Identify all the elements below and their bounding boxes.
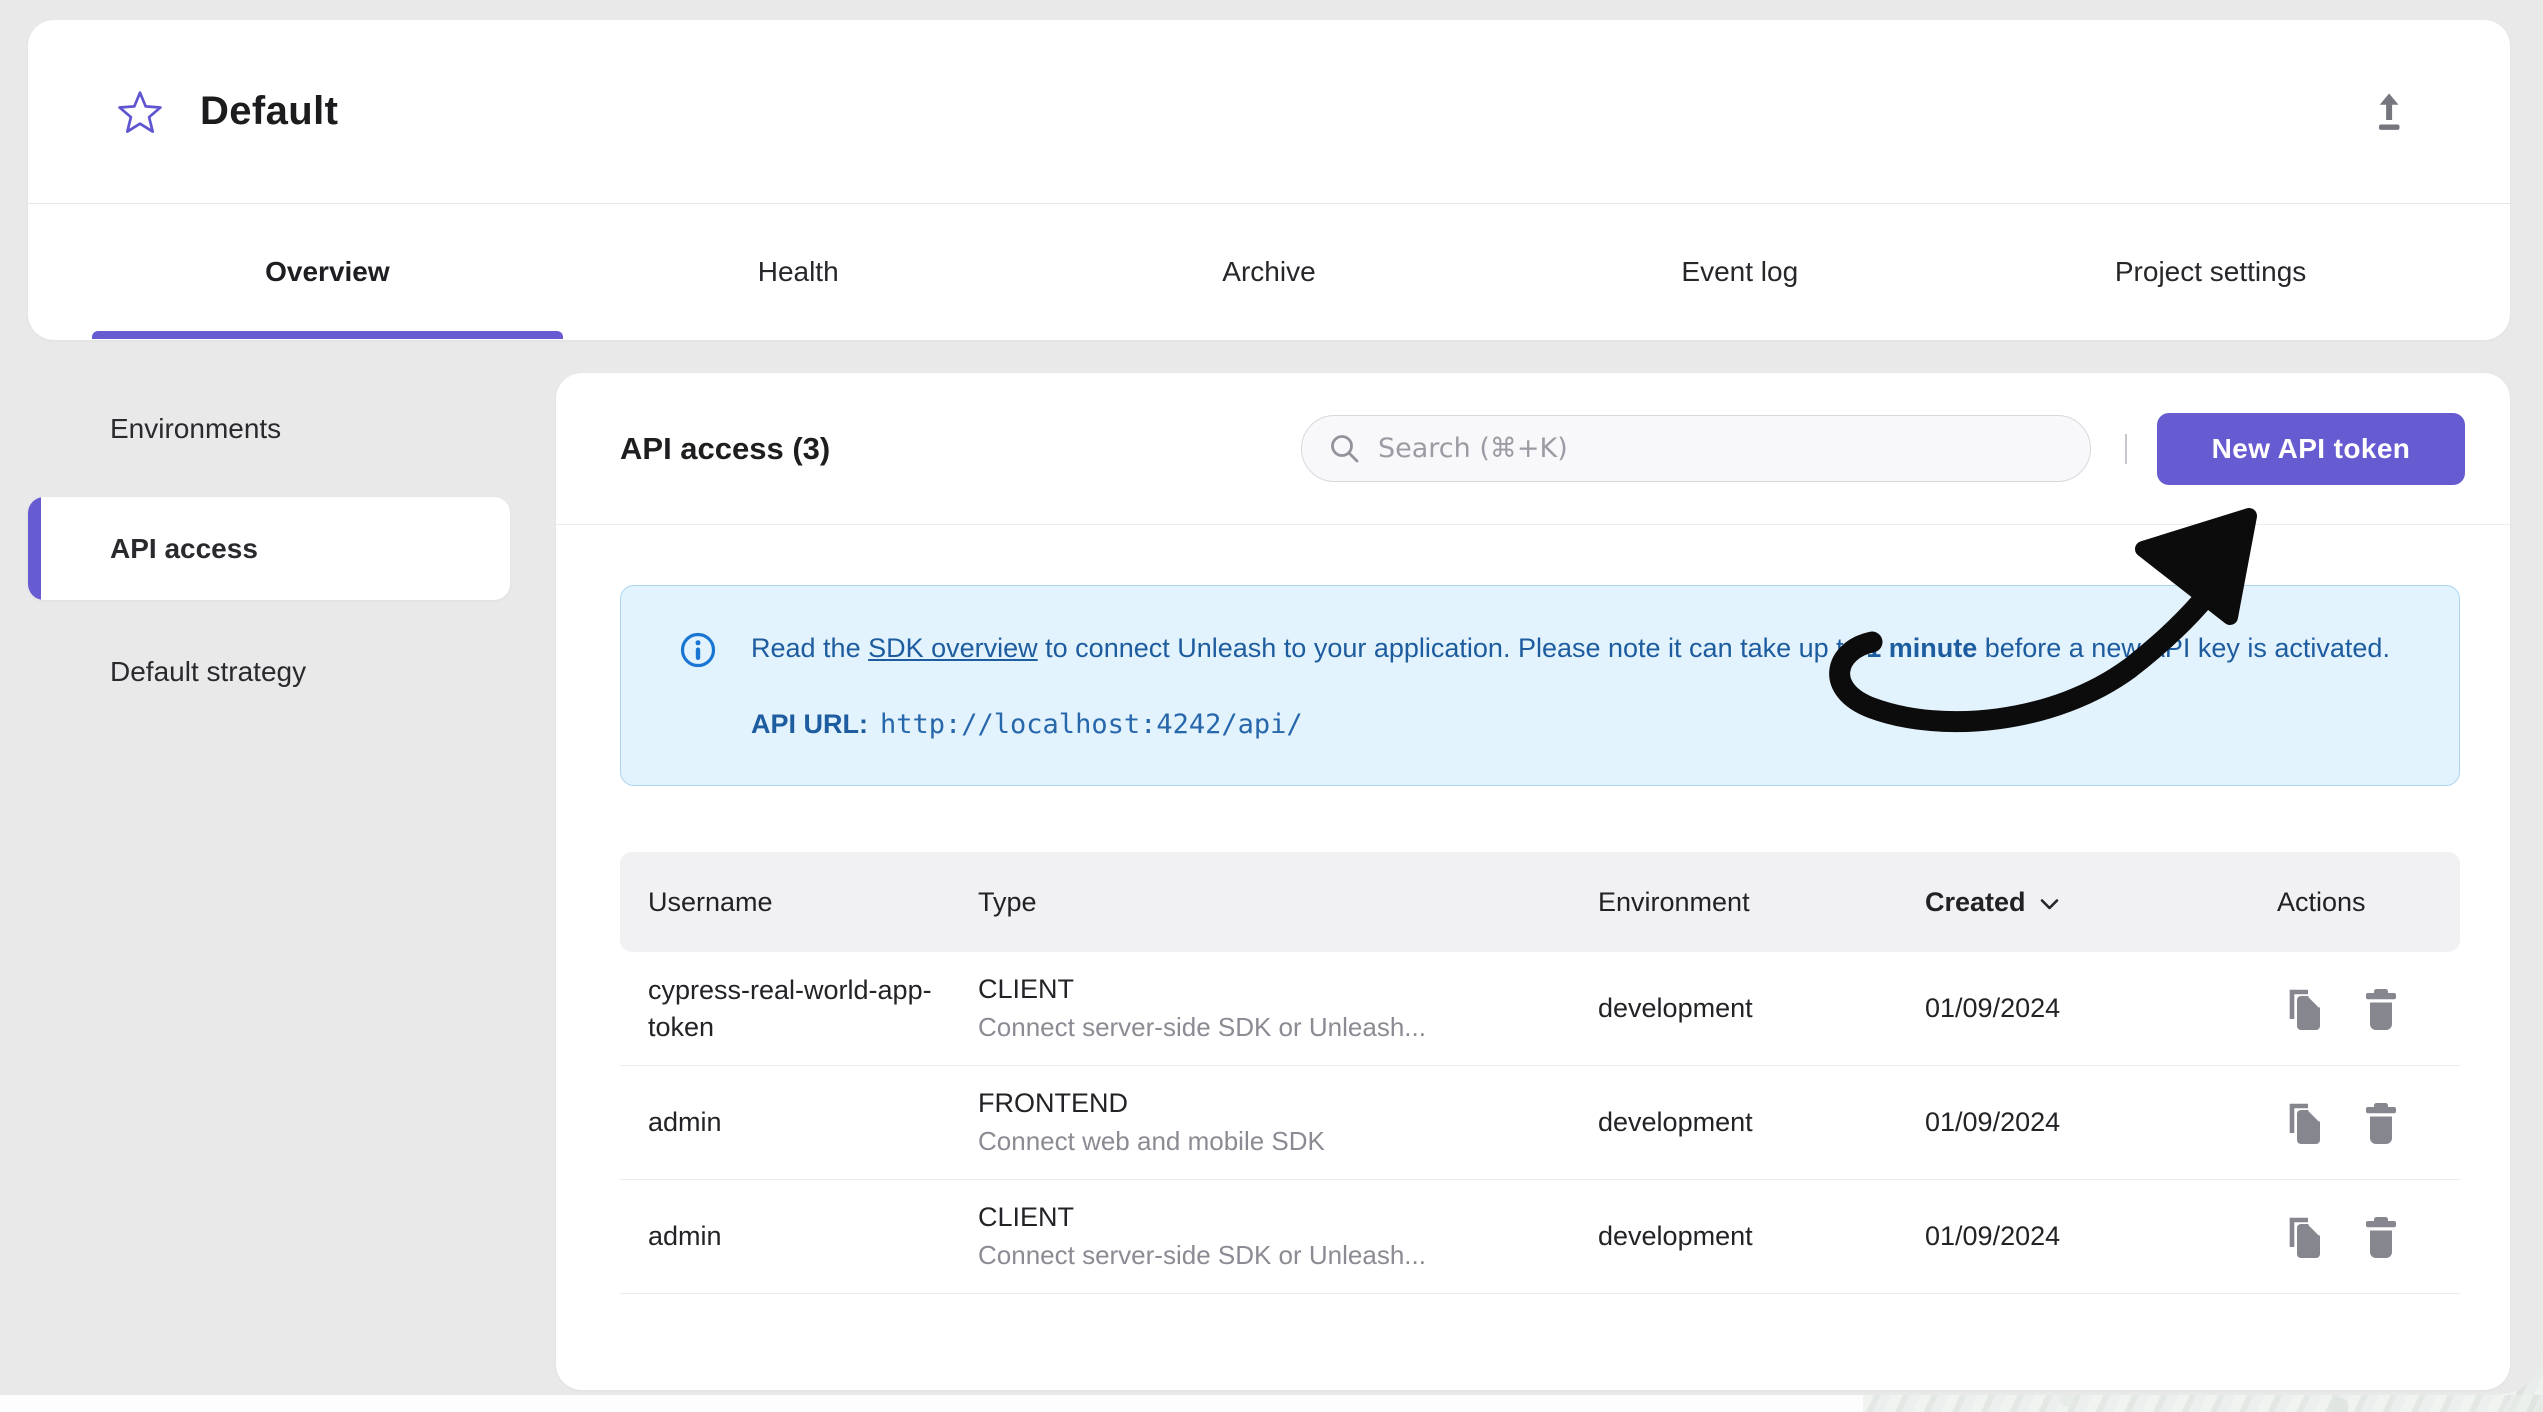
table-row: admin CLIENT Connect server-side SDK or … — [620, 1180, 2460, 1294]
cell-environment: development — [1598, 993, 1753, 1023]
cell-environment: development — [1598, 1221, 1753, 1251]
table-row: cypress-real-world-app-token CLIENT Conn… — [620, 952, 2460, 1066]
cell-username: cypress-real-world-app-token — [648, 974, 932, 1042]
token-type: FRONTEND — [978, 1088, 1128, 1118]
copy-icon — [2289, 1103, 2321, 1144]
sidebar-item-environments[interactable]: Environments — [28, 389, 510, 469]
header-environment: Environment — [1598, 886, 1750, 917]
cell-username: admin — [648, 1221, 722, 1251]
cell-actions — [2245, 1095, 2460, 1151]
table-row: admin FRONTEND Connect web and mobile SD… — [620, 1066, 2460, 1180]
header-type: Type — [978, 886, 1037, 917]
cell-username: admin — [648, 1107, 722, 1137]
cell-type: CLIENT Connect server-side SDK or Unleas… — [978, 974, 1598, 1043]
upload-icon — [2379, 93, 2400, 130]
alert-message: Read the SDK overview to connect Unleash… — [751, 628, 2390, 668]
delete-token-button[interactable] — [2355, 1095, 2407, 1151]
star-icon — [118, 90, 162, 133]
alert-text-bold: 1 minute — [1866, 633, 1978, 663]
token-type: CLIENT — [978, 974, 1075, 1004]
api-url-label: API URL: — [751, 709, 868, 739]
sidebar-item-label: API access — [110, 532, 258, 564]
api-url-line: API URL: http://localhost:4242/api/ — [751, 704, 2390, 745]
screen: Default Overview Health Archive Event lo… — [0, 0, 2543, 1412]
panel-header: API access (3) New API token — [556, 373, 2510, 525]
copy-token-button[interactable] — [2277, 981, 2329, 1037]
tab-archive[interactable]: Archive — [1034, 204, 1505, 339]
tab-label: Health — [757, 255, 839, 287]
header-created-sort[interactable]: Created — [1905, 887, 2245, 918]
cell-created: 01/09/2024 — [1925, 993, 2061, 1023]
active-tab-indicator — [92, 331, 563, 339]
token-type-description: Connect web and mobile SDK — [978, 1126, 1325, 1156]
alert-text-part: to connect Unleash to your application. … — [1037, 633, 1867, 663]
copy-token-button[interactable] — [2277, 1209, 2329, 1265]
api-access-panel: API access (3) New API token — [556, 373, 2510, 1390]
token-type-description: Connect server-side SDK or Unleash... — [978, 1240, 1426, 1270]
info-alert: Read the SDK overview to connect Unleash… — [620, 585, 2460, 786]
background-texture — [1863, 1395, 2543, 1412]
tab-event-log[interactable]: Event log — [1504, 204, 1975, 339]
cell-created: 01/09/2024 — [1925, 1221, 2061, 1251]
cell-created: 01/09/2024 — [1925, 1107, 2061, 1137]
copy-icon — [2289, 989, 2321, 1030]
project-tabs: Overview Health Archive Event log Projec… — [28, 204, 2510, 339]
sidebar-item-label: Environments — [110, 413, 282, 444]
delete-token-button[interactable] — [2355, 981, 2407, 1037]
tab-label: Archive — [1222, 255, 1316, 287]
page-title: Default — [200, 89, 339, 133]
copy-token-button[interactable] — [2277, 1095, 2329, 1151]
panel-body: Read the SDK overview to connect Unleash… — [556, 585, 2510, 1294]
cell-type: CLIENT Connect server-side SDK or Unleas… — [978, 1202, 1598, 1271]
tab-label: Overview — [265, 255, 390, 287]
export-button[interactable] — [2368, 91, 2410, 133]
alert-text-part: before a new API key is activated. — [1977, 633, 2390, 663]
delete-token-button[interactable] — [2355, 1209, 2407, 1265]
alert-text: Read the SDK overview to connect Unleash… — [751, 628, 2390, 745]
info-icon — [680, 632, 716, 668]
panel-title: API access (3) — [620, 430, 831, 466]
search-box — [1301, 415, 2091, 482]
trash-icon — [2366, 1102, 2396, 1144]
copy-icon — [2289, 1217, 2321, 1258]
alert-text-part: Read the — [751, 633, 869, 663]
tab-overview[interactable]: Overview — [92, 204, 563, 339]
tab-label: Project settings — [2114, 255, 2307, 287]
trash-icon — [2366, 988, 2396, 1030]
cell-environment: development — [1598, 1107, 1753, 1137]
project-header-card: Default Overview Health Archive Event lo… — [28, 20, 2510, 340]
cell-actions — [2245, 981, 2460, 1037]
header-username: Username — [648, 886, 773, 917]
token-type-description: Connect server-side SDK or Unleash... — [978, 1012, 1426, 1042]
token-type: CLIENT — [978, 1202, 1075, 1232]
sdk-overview-link[interactable]: SDK overview — [868, 633, 1038, 663]
vertical-divider — [2125, 433, 2127, 464]
tab-project-settings[interactable]: Project settings — [1975, 204, 2446, 339]
tab-label: Event log — [1681, 255, 1799, 287]
sidebar-item-api-access[interactable]: API access — [28, 497, 510, 600]
api-url-value: http://localhost:4242/api/ — [880, 709, 1303, 740]
header-actions: Actions — [2277, 886, 2366, 917]
cell-type: FRONTEND Connect web and mobile SDK — [978, 1088, 1598, 1157]
trash-icon — [2366, 1216, 2396, 1258]
api-tokens-table: Username Type Environment Created Action… — [620, 852, 2460, 1294]
active-item-indicator — [28, 497, 41, 600]
search-icon — [1331, 435, 1359, 463]
header-created-label: Created — [1925, 886, 2026, 917]
cell-actions — [2245, 1209, 2460, 1265]
chevron-down-icon — [2040, 898, 2058, 909]
sidebar-item-default-strategy[interactable]: Default strategy — [28, 630, 510, 714]
table-header-row: Username Type Environment Created Action… — [620, 852, 2460, 952]
favorite-star-button[interactable] — [114, 86, 166, 138]
settings-sidebar: Environments API access Default strategy — [28, 373, 510, 714]
new-api-token-button[interactable]: New API token — [2157, 412, 2465, 485]
project-header: Default — [28, 20, 2510, 204]
search-input[interactable] — [1301, 415, 2091, 482]
sidebar-item-label: Default strategy — [110, 656, 307, 687]
tab-health[interactable]: Health — [563, 204, 1034, 339]
